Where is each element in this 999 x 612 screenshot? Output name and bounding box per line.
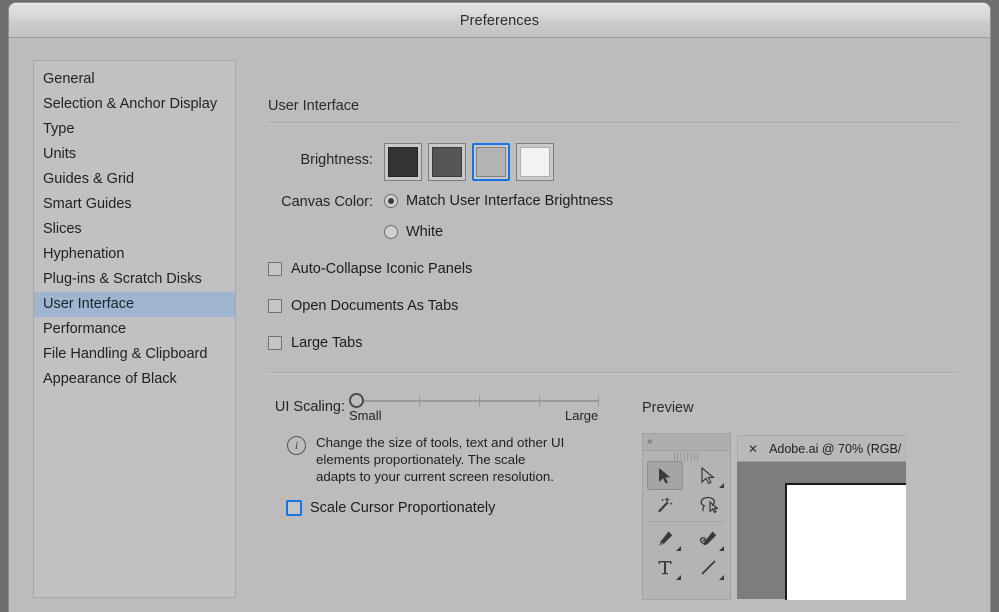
magic-wand-tool-icon[interactable]: [647, 490, 683, 519]
brightness-swatch-dark[interactable]: [384, 143, 422, 181]
sidebar-item-performance[interactable]: Performance: [34, 317, 235, 342]
checkbox-scale-cursor-proportionately[interactable]: Scale Cursor Proportionately: [287, 500, 495, 516]
close-icon[interactable]: ✕: [748, 442, 758, 456]
preview-panel: « |||||||| ✕ Adobe.ai @ 70% (RGB/: [642, 433, 906, 600]
swatch-fill: [476, 147, 506, 177]
page-title: User Interface: [268, 98, 360, 114]
slider-min-label: Small: [349, 408, 382, 423]
slider-tick: [479, 395, 480, 407]
brightness-swatch-group[interactable]: [381, 140, 557, 184]
checkbox-indicator[interactable]: [268, 336, 282, 350]
sidebar-item-hyphenation[interactable]: Hyphenation: [34, 242, 235, 267]
mini-toolbar-divider: [649, 521, 724, 522]
slider-max-label: Large: [565, 408, 599, 423]
mini-tool-group-bottom[interactable]: [643, 524, 730, 582]
mini-document-window: ✕ Adobe.ai @ 70% (RGB/: [737, 435, 906, 600]
swatch-fill: [388, 147, 418, 177]
type-tool-icon[interactable]: [647, 553, 683, 582]
sidebar-item-appearance-of-black[interactable]: Appearance of Black: [34, 367, 235, 392]
mini-canvas: [737, 461, 906, 600]
line-segment-tool-icon[interactable]: [690, 553, 726, 582]
radio-indicator[interactable]: [384, 225, 398, 239]
swatch-fill: [520, 147, 550, 177]
checkbox-open-documents-as-tabs[interactable]: Open Documents As Tabs: [268, 298, 458, 314]
checkbox-label: Open Documents As Tabs: [291, 298, 459, 314]
divider-top: [268, 122, 958, 124]
slider-tick: [419, 395, 420, 407]
checkbox-indicator[interactable]: [268, 299, 282, 313]
canvas-color-label: Canvas Color:: [281, 194, 373, 210]
brightness-swatch-medium-dark[interactable]: [428, 143, 466, 181]
info-icon: i: [287, 436, 306, 455]
ui-scaling-label: UI Scaling:: [274, 399, 345, 415]
checkbox-auto-collapse-iconic-panels[interactable]: Auto-Collapse Iconic Panels: [268, 261, 472, 277]
lasso-tool-icon[interactable]: [690, 490, 726, 519]
category-sidebar[interactable]: General Selection & Anchor Display Type Uni…: [33, 60, 236, 598]
mini-artboard: [785, 483, 906, 600]
checkbox-indicator[interactable]: [268, 262, 282, 276]
brightness-swatch-white[interactable]: [516, 143, 554, 181]
direct-selection-tool-icon[interactable]: [690, 461, 726, 490]
radio-indicator[interactable]: [384, 194, 398, 208]
slider-tick: [539, 395, 540, 407]
mini-toolbar[interactable]: « ||||||||: [642, 433, 731, 600]
checkbox-indicator[interactable]: [287, 501, 301, 515]
sidebar-item-guides-grid[interactable]: Guides & Grid: [34, 167, 235, 192]
checkbox-label: Scale Cursor Proportionately: [310, 500, 496, 516]
checkbox-large-tabs[interactable]: Large Tabs: [268, 335, 362, 351]
curvature-pen-tool-icon[interactable]: [690, 524, 726, 553]
window-title: Preferences: [459, 12, 540, 29]
mini-document-tab[interactable]: ✕ Adobe.ai @ 70% (RGB/: [737, 435, 906, 461]
preferences-window: Preferences General Selection & Anchor Di…: [9, 3, 990, 612]
mini-document-tab-label: Adobe.ai @ 70% (RGB/: [769, 441, 902, 456]
swatch-fill: [432, 147, 462, 177]
ui-scaling-info-text: Change the size of tools, text and other…: [316, 435, 565, 484]
sidebar-item-selection-anchor-display[interactable]: Selection & Anchor Display: [34, 92, 235, 117]
slider-tick: [598, 395, 599, 407]
radio-label: Match User Interface Brightness: [406, 193, 614, 209]
sidebar-item-user-interface[interactable]: User Interface: [34, 292, 235, 317]
radio-label: White: [406, 224, 444, 240]
mini-toolbar-collapse-icon[interactable]: «: [643, 434, 730, 451]
sidebar-item-smart-guides[interactable]: Smart Guides: [34, 192, 235, 217]
sidebar-item-type[interactable]: Type: [34, 117, 235, 142]
slider-knob[interactable]: [349, 393, 364, 408]
preview-content: « |||||||| ✕ Adobe.ai @ 70% (RGB/: [642, 433, 906, 600]
radio-white[interactable]: White: [384, 224, 443, 240]
mini-toolbar-grip-icon: ||||||||: [673, 451, 700, 461]
sidebar-item-plug-ins-scratch-disks[interactable]: Plug-ins & Scratch Disks: [34, 267, 235, 292]
selection-tool-icon[interactable]: [646, 461, 683, 490]
sidebar-item-file-handling-clipboard[interactable]: File Handling & Clipboard: [34, 342, 235, 367]
brightness-swatch-light[interactable]: [472, 143, 510, 181]
mini-tool-group-top[interactable]: [643, 461, 730, 519]
settings-pane: User Interface Brightness: Canvas Color:…: [259, 38, 990, 612]
sidebar-item-units[interactable]: Units: [34, 142, 235, 167]
radio-match-ui-brightness[interactable]: Match User Interface Brightness: [384, 193, 613, 209]
sidebar-item-slices[interactable]: Slices: [34, 217, 235, 242]
checkbox-label: Large Tabs: [291, 335, 363, 351]
preview-title: Preview: [642, 400, 694, 416]
window-titlebar: Preferences: [9, 3, 990, 38]
sidebar-item-general[interactable]: General: [34, 67, 235, 92]
pen-tool-icon[interactable]: [647, 524, 683, 553]
ui-scaling-slider[interactable]: [349, 391, 599, 411]
brightness-label: Brightness:: [300, 152, 373, 168]
window-body: General Selection & Anchor Display Type Uni…: [9, 38, 990, 612]
divider-middle: [268, 372, 958, 374]
checkbox-label: Auto-Collapse Iconic Panels: [291, 261, 473, 277]
